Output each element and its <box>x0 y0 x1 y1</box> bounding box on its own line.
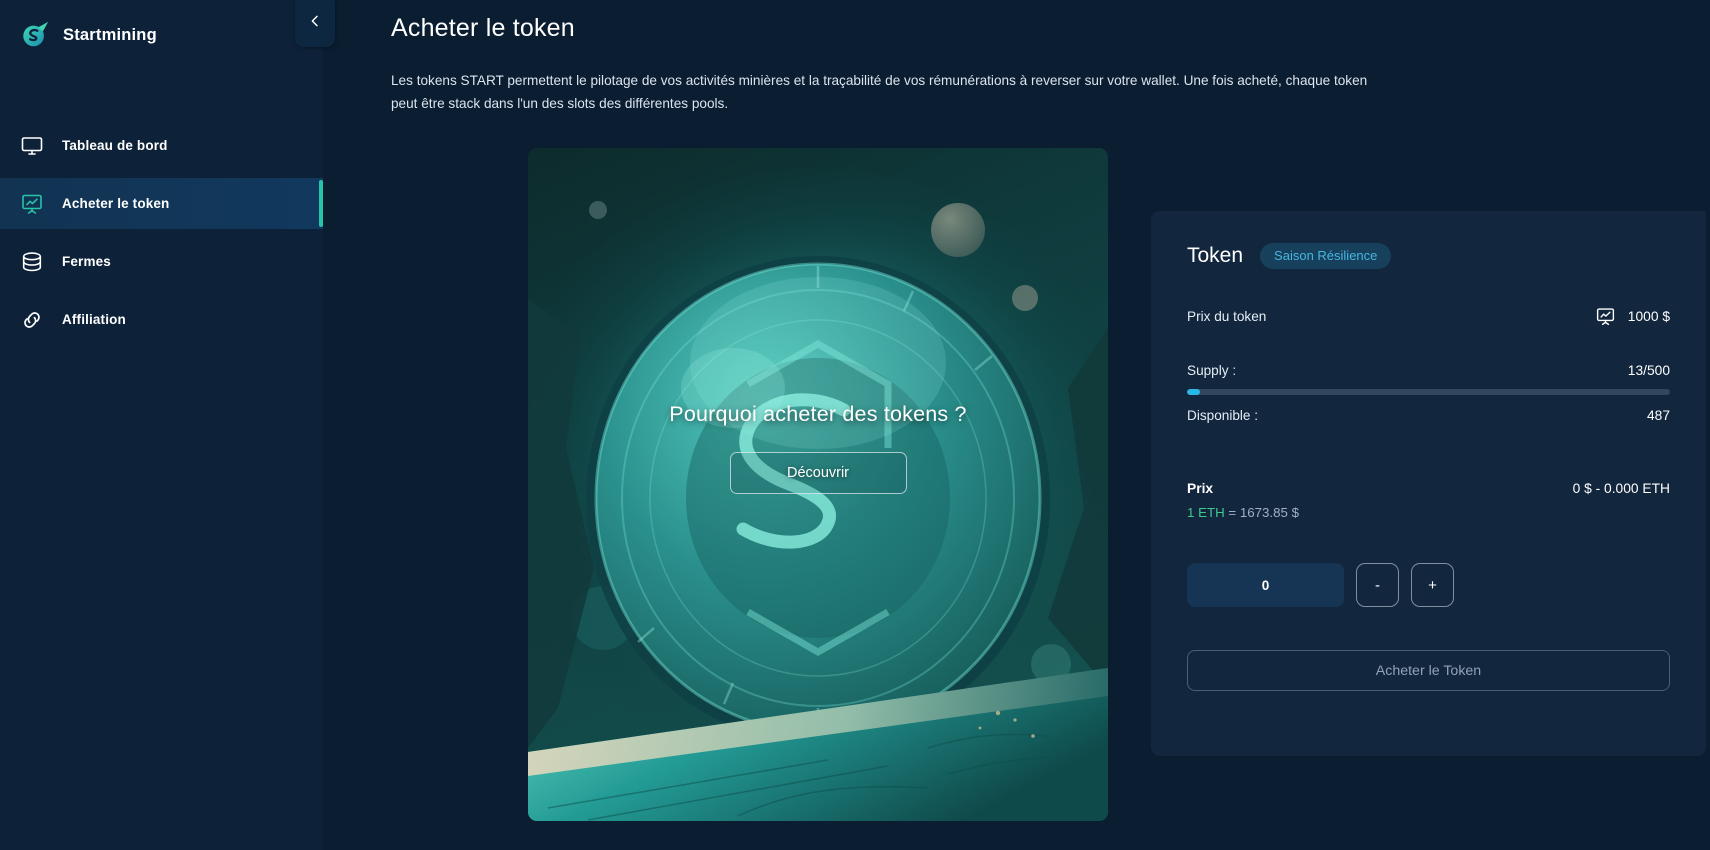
token-price-value: 1000 $ <box>1627 309 1670 324</box>
sidebar-item-affiliation[interactable]: Affiliation <box>0 294 323 345</box>
supply-label: Supply : <box>1187 363 1237 378</box>
quantity-decrement-button[interactable]: - <box>1356 563 1399 607</box>
sidebar-item-tableau-de-bord[interactable]: Tableau de bord <box>0 120 323 171</box>
sidebar-item-acheter-le-token[interactable]: Acheter le token <box>0 178 323 229</box>
presentation-chart-icon <box>20 192 44 216</box>
startmining-logo-icon <box>20 20 50 50</box>
token-price-label: Prix du token <box>1187 309 1267 324</box>
sidebar-item-label: Tableau de bord <box>62 138 168 153</box>
brand[interactable]: Startmining <box>0 0 323 54</box>
brand-name: Startmining <box>63 25 157 44</box>
supply-progress-fill <box>1187 389 1200 395</box>
monitor-icon <box>20 134 44 158</box>
eth-rate-highlight: 1 ETH <box>1187 505 1225 520</box>
prix-label: Prix <box>1187 481 1214 496</box>
supply-progress-bar <box>1187 389 1670 395</box>
quantity-increment-button[interactable]: + <box>1411 563 1454 607</box>
sidebar-item-label: Acheter le token <box>62 196 170 211</box>
hero-card: Pourquoi acheter des tokens ? Découvrir <box>528 148 1108 821</box>
decouvrir-button[interactable]: Découvrir <box>729 452 907 494</box>
sidebar-collapse-button[interactable] <box>295 0 335 47</box>
token-panel-title: Token <box>1187 244 1244 267</box>
sidebar-item-fermes[interactable]: Fermes <box>0 236 323 287</box>
supply-row: Supply : 13/500 <box>1187 363 1670 378</box>
sidebar-nav: Tableau de bord Acheter le token Fermes … <box>0 120 323 345</box>
database-icon <box>20 250 44 274</box>
supply-block: Supply : 13/500 <box>1187 363 1670 395</box>
quantity-stepper: - + <box>1187 563 1670 607</box>
prix-row: Prix 0 $ - 0.000 ETH <box>1187 481 1670 496</box>
token-panel: Token Saison Résilience Prix du token 10… <box>1151 211 1706 756</box>
token-panel-header: Token Saison Résilience <box>1187 241 1670 271</box>
available-row: Disponible : 487 <box>1187 408 1670 423</box>
available-label: Disponible : <box>1187 408 1259 423</box>
page-title: Acheter le token <box>391 14 575 42</box>
hero-overlay: Pourquoi acheter des tokens ? Découvrir <box>528 148 1108 821</box>
hero-heading: Pourquoi acheter des tokens ? <box>669 402 967 426</box>
token-price-right: 1000 $ <box>1595 306 1670 327</box>
page-description: Les tokens START permettent le pilotage … <box>391 73 1368 111</box>
chevron-left-icon <box>307 13 323 34</box>
supply-value: 13/500 <box>1627 363 1670 378</box>
sidebar-item-label: Fermes <box>62 254 111 269</box>
presentation-chart-icon <box>1595 306 1616 327</box>
acheter-le-token-button[interactable]: Acheter le Token <box>1187 650 1670 691</box>
prix-value: 0 $ - 0.000 ETH <box>1572 481 1670 496</box>
sidebar-item-label: Affiliation <box>62 312 126 327</box>
available-value: 487 <box>1646 408 1670 423</box>
eth-rate: 1 ETH = 1673.85 $ <box>1187 505 1670 520</box>
token-price-row: Prix du token 1000 $ <box>1187 306 1670 327</box>
link-chain-icon <box>20 308 44 332</box>
app-root: Startmining Tableau de bord Acheter le t… <box>0 0 1710 850</box>
main-content: Acheter le token Les tokens START permet… <box>323 0 1710 850</box>
season-badge: Saison Résilience <box>1260 243 1392 269</box>
eth-rate-rest: = 1673.85 $ <box>1224 505 1299 520</box>
quantity-input[interactable] <box>1187 563 1344 607</box>
sidebar: Startmining Tableau de bord Acheter le t… <box>0 0 335 850</box>
